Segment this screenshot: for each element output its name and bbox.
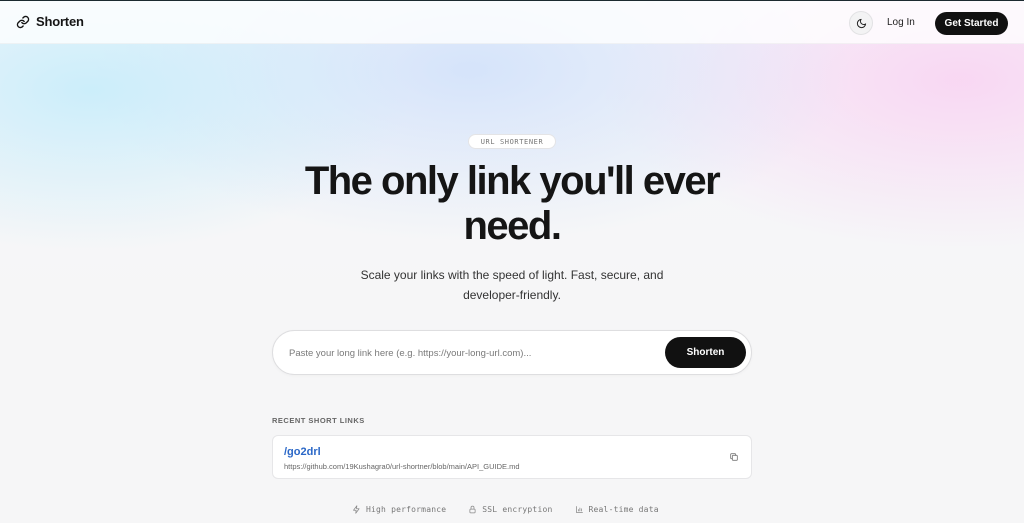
subtitle-line-2: developer-friendly. [463, 288, 561, 302]
url-shortener-badge: URL SHORTENER [468, 134, 556, 149]
hero-subtitle: Scale your links with the speed of light… [332, 265, 692, 305]
get-started-button[interactable]: Get Started [935, 12, 1008, 35]
subtitle-line-1: Scale your links with the speed of light… [360, 268, 664, 282]
shorten-form: Shorten [272, 330, 752, 375]
short-link[interactable]: /go2drl [284, 446, 321, 458]
feature-high-performance: High performance [352, 505, 446, 514]
feature-ssl-encryption: SSL encryption [468, 505, 552, 514]
brand-logo[interactable]: Shorten [16, 14, 84, 29]
feature-label: Real-time data [588, 505, 659, 514]
original-url: https://github.com/19Kushagra0/url-short… [284, 462, 520, 471]
hero-section: URL SHORTENER The only link you'll ever … [0, 0, 1024, 523]
window-top-border [0, 0, 1024, 1]
theme-toggle-button[interactable] [849, 11, 873, 35]
top-navbar: Shorten Log In Get Started [0, 1, 1024, 44]
feature-real-time-data: Real-time data [575, 505, 659, 514]
link-icon [16, 15, 30, 28]
moon-icon [856, 18, 866, 28]
brand-name: Shorten [36, 14, 84, 29]
login-link[interactable]: Log In [887, 17, 915, 28]
headline-line-1: The only link you'll ever [304, 159, 721, 203]
feature-label: High performance [366, 505, 447, 514]
long-url-input[interactable] [289, 343, 659, 363]
copy-icon [730, 453, 738, 461]
lock-icon [469, 505, 476, 514]
recent-links-heading: RECENT SHORT LINKS [272, 416, 365, 425]
bolt-icon [353, 505, 360, 514]
copy-button[interactable] [727, 450, 741, 464]
chart-icon [575, 506, 583, 513]
headline-line-2: need. [463, 204, 562, 248]
feature-list: High performance SSL encryption Real-tim… [352, 505, 659, 514]
shorten-button[interactable]: Shorten [665, 337, 746, 368]
recent-link-card: /go2drl https://github.com/19Kushagra0/u… [272, 435, 752, 479]
feature-label: SSL encryption [482, 505, 553, 514]
page-title: The only link you'll ever need. [262, 159, 762, 249]
